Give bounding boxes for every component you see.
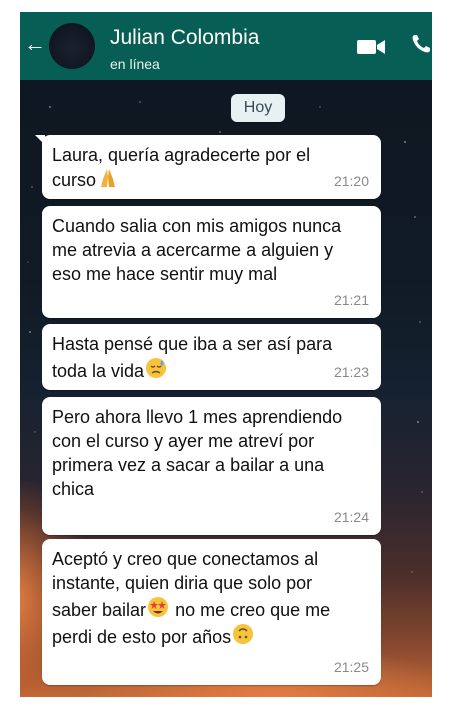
message-time: 21:24 [333,509,369,525]
message-text: Laura, quería agradecerte por el curso [52,143,352,192]
contact-status: en línea [110,56,160,72]
message-time: 21:23 [333,364,369,380]
folded-hands-icon [101,169,116,187]
message-bubble[interactable]: Pero ahora llevo 1 mes aprendiendo con e… [42,397,381,535]
message-bubble[interactable]: Hasta pensé que iba a ser así para toda … [42,324,381,390]
message-time: 21:21 [333,292,369,308]
message-text-content: Laura, quería agradecerte por el curso [52,145,311,190]
message-text-content: Hasta pensé que iba a ser así para toda … [52,334,333,381]
phone-icon[interactable] [410,33,432,55]
message-time: 21:20 [333,173,369,189]
contact-name[interactable]: Julian Colombia [110,26,259,50]
date-separator: Hoy [231,94,285,122]
star-struck-icon [148,597,169,617]
message-text: Cuando salia con mis amigos nunca me atr… [52,216,342,284]
contact-avatar[interactable] [49,23,95,69]
message-bubble[interactable]: Aceptó y creo que conectamos al instante… [42,539,381,685]
bubble-tail [35,135,45,145]
chat-header: ← Julian Colombia en línea [20,12,432,80]
upside-down-face-icon [233,624,254,644]
message-text: Aceptó y creo que conectamos al instante… [52,547,352,649]
message-bubble[interactable]: Laura, quería agradecerte por el curso 2… [35,135,381,199]
message-time: 21:25 [333,659,369,675]
message-text: Pero ahora llevo 1 mes aprendiendo con e… [52,407,343,499]
message-bubble[interactable]: Cuando salia con mis amigos nunca me atr… [42,206,381,318]
sad-face-with-sweat-icon [146,358,167,378]
back-arrow-icon[interactable]: ← [24,33,46,55]
chat-screen: ← Julian Colombia en línea Hoy Laura, qu… [20,12,432,697]
message-text: Hasta pensé que iba a ser así para toda … [52,332,352,383]
video-call-icon[interactable] [356,37,386,57]
